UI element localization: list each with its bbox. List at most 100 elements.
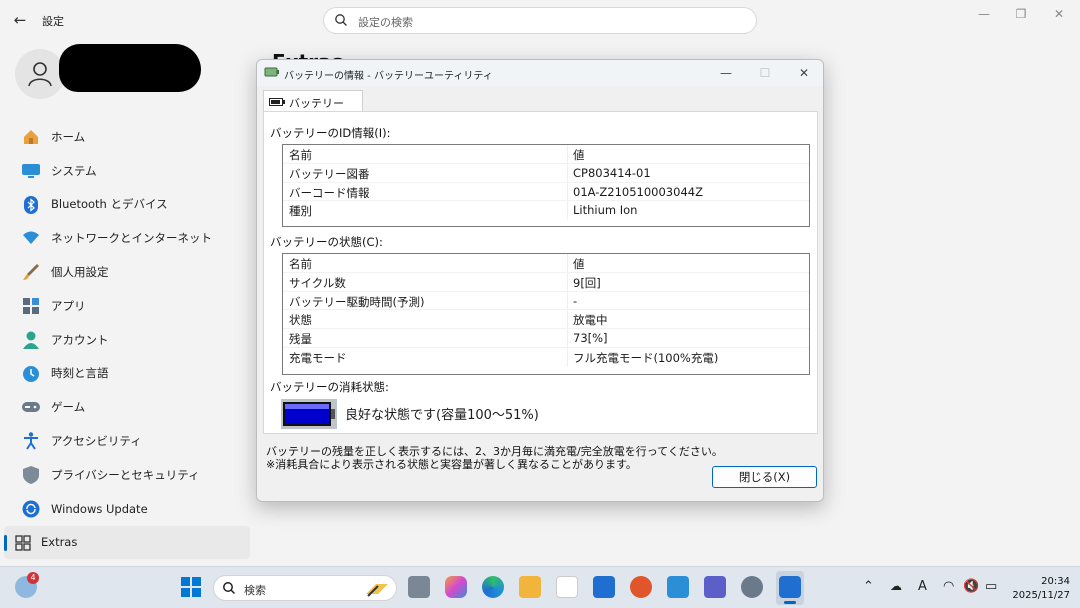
speaker-muted-icon[interactable]: 🔇 xyxy=(963,579,979,594)
row-value: 9[回] xyxy=(573,275,601,290)
battery-info-dialog: バッテリーの情報 - バッテリーユーティリティ — ☐ ✕ バッテリー #1 バ… xyxy=(256,59,824,502)
sidebar-item-label: ホーム xyxy=(51,129,86,144)
start-button-icon[interactable] xyxy=(180,576,202,598)
dialog-title: バッテリーの情報 - バッテリーユーティリティ xyxy=(284,71,493,82)
avatar[interactable] xyxy=(15,49,65,99)
tab-battery-1[interactable]: バッテリー #1 xyxy=(263,90,363,124)
cloud-sync-icon[interactable]: ☁ xyxy=(890,579,902,593)
back-button[interactable]: ← xyxy=(10,10,30,30)
table-row[interactable]: 残量 73[%] xyxy=(283,329,809,348)
search-icon xyxy=(223,582,236,595)
edge-browser-icon[interactable] xyxy=(482,576,504,598)
sidebar-item-privacy[interactable]: プライバシーとセキュリティ xyxy=(0,458,250,492)
dialog-maximize-button: ☐ xyxy=(759,66,771,80)
settings-gear-icon[interactable] xyxy=(741,576,763,598)
status-list[interactable]: 名前 値 サイクル数 9[回] バッテリー駆動時間(予測) - 状態 放電中 残量 73[… xyxy=(282,253,810,375)
clock-time: 20:34 xyxy=(1041,576,1070,587)
sidebar-item-label: アクセシビリティ xyxy=(51,434,142,449)
copilot-icon[interactable] xyxy=(445,576,467,598)
sidebar-item-accessibility[interactable]: アクセシビリティ xyxy=(0,424,250,458)
sidebar-item-network[interactable]: ネットワークとインターネット xyxy=(0,221,250,255)
dialog-title-bar: バッテリーの情報 - バッテリーユーティリティ — ☐ ✕ xyxy=(257,60,823,86)
battery-icon xyxy=(269,98,285,106)
title-bar: ← 設定 設定の検索 — ❐ ✕ xyxy=(0,0,1080,40)
table-row[interactable]: バーコード情報 01A-Z210510003044Z xyxy=(283,182,809,202)
sidebar-item-apps[interactable]: アプリ xyxy=(0,289,250,323)
sidebar-item-time-language[interactable]: 時刻と言語 xyxy=(0,357,250,391)
extras-icon xyxy=(14,534,32,552)
shield-icon xyxy=(22,465,40,484)
row-name: 残量 xyxy=(289,332,312,347)
sidebar-item-personalization[interactable]: 個人用設定 xyxy=(0,255,250,289)
weather-badge: 4 xyxy=(27,572,39,584)
sidebar-item-windows-update[interactable]: Windows Update xyxy=(0,492,250,526)
sidebar-item-home[interactable]: ホーム xyxy=(0,120,250,154)
row-value: 73[%] xyxy=(573,331,608,346)
ime-mode-indicator[interactable]: A xyxy=(918,579,927,594)
sidebar-item-extras[interactable]: Extras xyxy=(4,525,250,560)
table-row[interactable]: バッテリー図番 CP803414-01 xyxy=(283,163,809,183)
id-info-list[interactable]: 名前 値 バッテリー図番 CP803414-01 バーコード情報 01A-Z21051… xyxy=(282,144,810,227)
table-row[interactable]: 状態 放電中 xyxy=(283,310,809,330)
clock-date: 2025/11/27 xyxy=(1012,590,1070,601)
store-icon[interactable] xyxy=(556,576,578,598)
row-name: サイクル数 xyxy=(289,275,346,290)
mail-app-icon[interactable] xyxy=(667,576,689,598)
sidebar-item-label: アプリ xyxy=(51,298,86,313)
settings-search-input[interactable]: 設定の検索 xyxy=(323,7,757,34)
sidebar-item-label: アカウント xyxy=(51,332,109,347)
teams-icon[interactable] xyxy=(704,576,726,598)
sidebar-item-label: ゲーム xyxy=(51,400,86,415)
brush-icon xyxy=(22,263,40,281)
row-value: 放電中 xyxy=(573,313,608,328)
bluetooth-icon xyxy=(22,195,40,214)
row-value: - xyxy=(573,293,578,308)
row-value: フル充電モード(100%充電) xyxy=(573,350,719,365)
wear-status-text: 良好な状態です(容量100〜51%) xyxy=(345,408,539,423)
accessibility-icon xyxy=(22,432,40,450)
minimize-button[interactable]: — xyxy=(972,6,996,22)
dialog-close-icon[interactable]: ✕ xyxy=(789,63,819,83)
update-icon xyxy=(22,500,40,518)
table-row[interactable]: サイクル数 9[回] xyxy=(283,272,809,292)
table-row[interactable]: 種別 Lithium Ion xyxy=(283,201,809,221)
time-language-icon xyxy=(22,365,40,383)
apps-icon xyxy=(22,297,40,315)
column-header-value: 値 xyxy=(573,148,585,162)
search-highlight-icon xyxy=(366,584,388,597)
table-row[interactable]: 充電モード フル充電モード(100%充電) xyxy=(283,347,809,367)
app-title: 設定 xyxy=(42,15,64,28)
sidebar-nav: ホーム システム Bluetooth とデバイス ネットワークとインターネット … xyxy=(0,120,250,560)
close-window-button[interactable]: ✕ xyxy=(1047,6,1071,22)
office-app-icon[interactable] xyxy=(630,576,652,598)
dialog-minimize-button[interactable]: — xyxy=(711,63,741,83)
wifi-icon[interactable]: ◠ xyxy=(943,579,954,594)
chevron-up-icon[interactable]: ⌃ xyxy=(863,579,874,594)
sidebar-item-bluetooth[interactable]: Bluetooth とデバイス xyxy=(0,188,250,222)
sidebar-item-system[interactable]: システム xyxy=(0,154,250,188)
row-name: バーコード情報 xyxy=(289,185,370,200)
maximize-button[interactable]: ❐ xyxy=(1009,6,1033,22)
sidebar-item-label: Bluetooth とデバイス xyxy=(51,197,168,212)
sidebar-item-gaming[interactable]: ゲーム xyxy=(0,390,250,424)
home-icon xyxy=(22,128,40,146)
task-view-icon[interactable] xyxy=(408,576,430,598)
outlook-icon[interactable] xyxy=(593,576,615,598)
taskbar-search-label: 検索 xyxy=(244,584,266,597)
table-row[interactable]: バッテリー駆動時間(予測) - xyxy=(283,291,809,311)
battery-tray-icon[interactable]: ▭ xyxy=(985,579,997,594)
column-header-value: 値 xyxy=(573,257,585,271)
search-placeholder: 設定の検索 xyxy=(358,16,413,29)
file-explorer-icon[interactable] xyxy=(519,576,541,598)
taskbar-search-input[interactable]: 検索 xyxy=(213,575,397,601)
sidebar-item-label: ネットワークとインターネット xyxy=(51,231,212,246)
row-name: バッテリー駆動時間(予測) xyxy=(289,294,425,309)
sidebar-item-label: プライバシーとセキュリティ xyxy=(51,467,200,482)
close-button[interactable]: 閉じる(X) xyxy=(712,466,817,488)
sidebar-item-accounts[interactable]: アカウント xyxy=(0,323,250,357)
row-name: 種別 xyxy=(289,204,312,219)
account-icon xyxy=(22,331,40,349)
clock[interactable]: 20:34 2025/11/27 xyxy=(1010,575,1070,603)
gamepad-icon xyxy=(22,398,40,416)
list-header: 名前 値 xyxy=(283,145,809,164)
